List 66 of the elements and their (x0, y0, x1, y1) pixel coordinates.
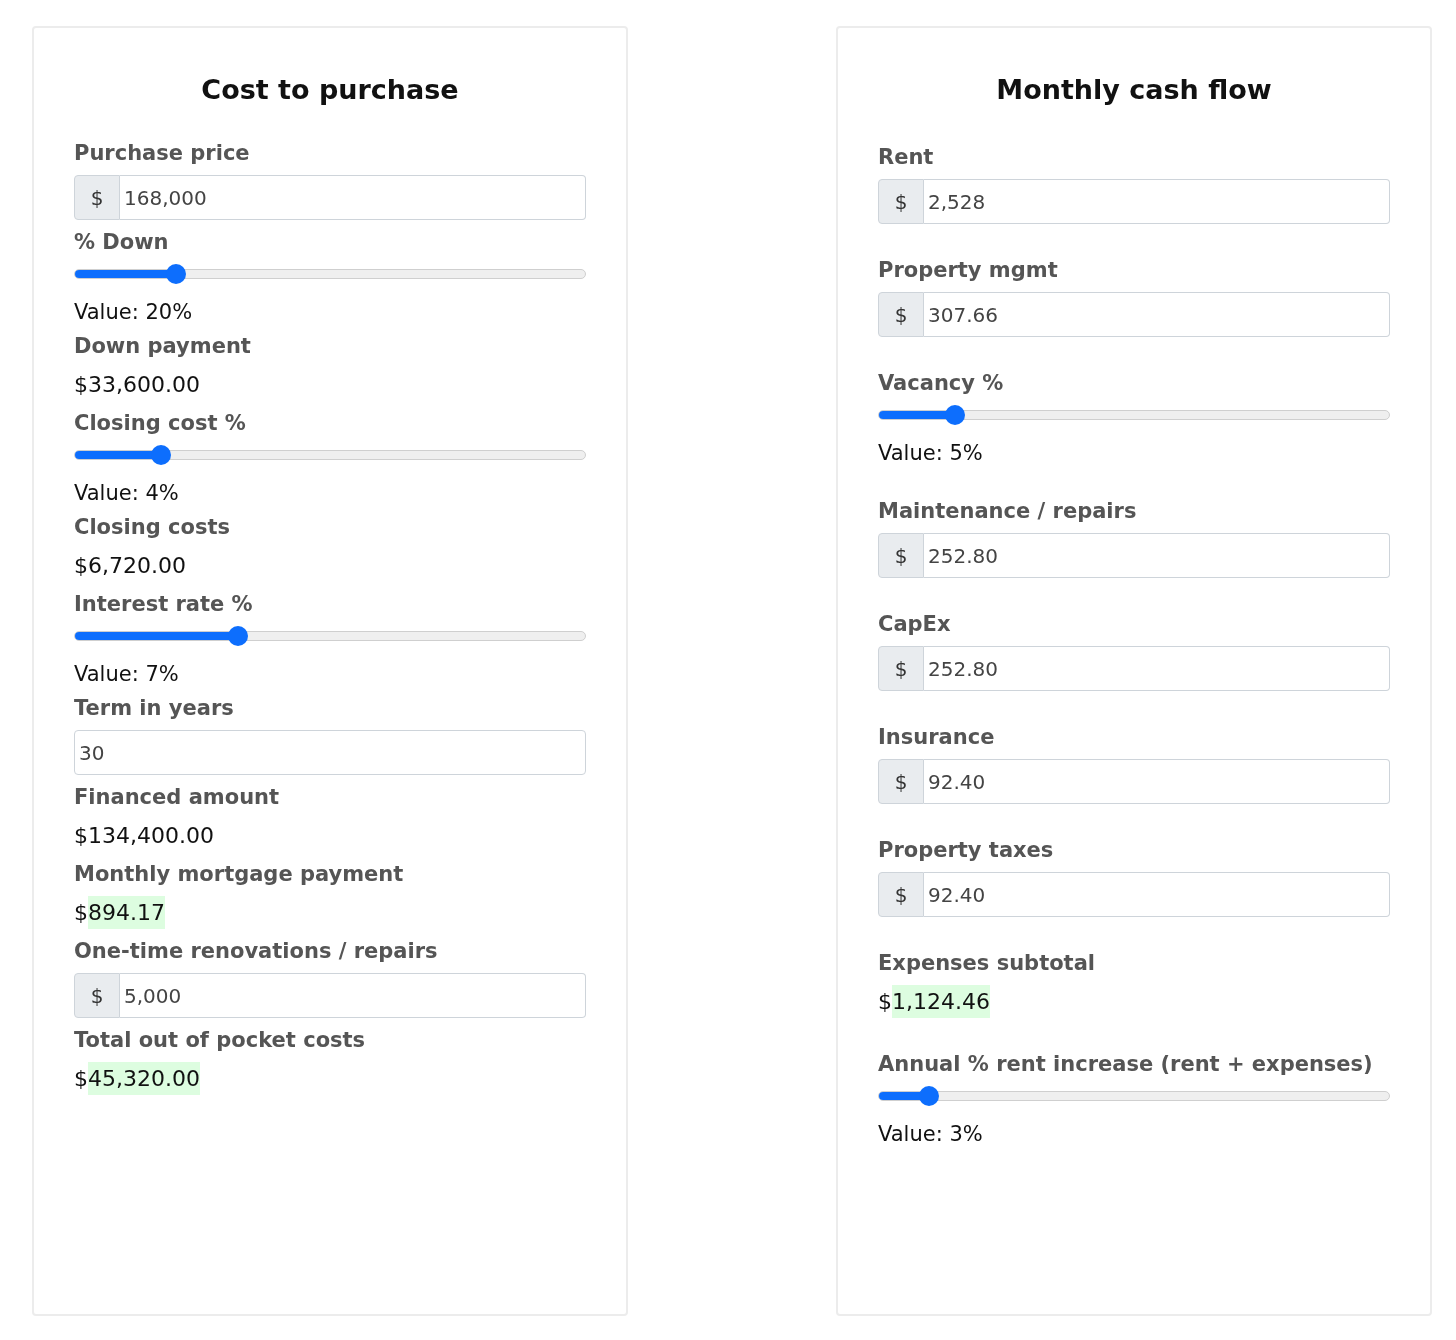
range-slider[interactable] (74, 626, 586, 646)
slider-thumb[interactable] (151, 445, 172, 465)
field-label: Monthly mortgage payment (74, 862, 405, 886)
field-label: % Down (74, 230, 170, 254)
slider-thumb[interactable] (227, 626, 248, 646)
field-label: Maintenance / repairs (878, 499, 1138, 523)
field-label: Vacancy % (878, 371, 1005, 395)
field-label: Term in years (74, 696, 235, 720)
currency-symbol: $ (74, 1065, 88, 1093)
input-field[interactable]: 252.80 (924, 646, 1390, 691)
input-field[interactable]: 2,528 (924, 179, 1390, 224)
currency-prefix: $ (878, 872, 924, 917)
slider-value: Value: 7% (74, 662, 180, 686)
amount-value: 45,320.00 (88, 1062, 200, 1095)
field-label: Property mgmt (878, 258, 1059, 282)
field-label: Down payment (74, 334, 252, 358)
currency-symbol: $ (878, 988, 892, 1016)
field-label: Annual % rent increase (rent + expenses) (878, 1052, 1374, 1076)
currency-symbol: $ (74, 552, 88, 580)
field-label: Closing costs (74, 515, 231, 539)
currency-prefix: $ (74, 973, 120, 1018)
currency-prefix: $ (878, 759, 924, 804)
input-field[interactable]: 5,000 (120, 973, 586, 1018)
input-field[interactable]: 92.40 (924, 759, 1390, 804)
slider-thumb[interactable] (944, 405, 965, 425)
input-field[interactable]: 92.40 (924, 872, 1390, 917)
input-field[interactable]: 307.66 (924, 292, 1390, 337)
range-slider[interactable] (74, 264, 586, 284)
field-label: Closing cost % (74, 411, 247, 435)
field-label: One-time renovations / repairs (74, 939, 439, 963)
amount-value: 134,400.00 (88, 822, 214, 850)
amount-value: 1,124.46 (892, 985, 990, 1018)
input-field[interactable]: 168,000 (120, 175, 586, 220)
slider-value: Value: 20% (74, 300, 194, 324)
field-label: Purchase price (74, 141, 251, 165)
slider-value: Value: 3% (878, 1122, 984, 1146)
input-field[interactable]: 252.80 (924, 533, 1390, 578)
currency-prefix: $ (74, 175, 120, 220)
currency-prefix: $ (878, 646, 924, 691)
slider-thumb[interactable] (919, 1086, 940, 1106)
field-label: Insurance (878, 725, 996, 749)
field-label: Total out of pocket costs (74, 1028, 367, 1052)
slider-value: Value: 5% (878, 441, 984, 465)
currency-prefix: $ (878, 179, 924, 224)
currency-symbol: $ (74, 822, 88, 850)
field-label: Financed amount (74, 785, 281, 809)
field-label: Interest rate % (74, 592, 254, 616)
field-label: Property taxes (878, 838, 1055, 862)
slider-thumb[interactable] (166, 264, 187, 284)
currency-symbol: $ (74, 899, 88, 927)
field-label: CapEx (878, 612, 952, 636)
field-label: Rent (878, 145, 935, 169)
field-label: Expenses subtotal (878, 951, 1097, 975)
range-slider[interactable] (878, 1086, 1390, 1106)
amount-value: 33,600.00 (88, 371, 200, 399)
currency-prefix: $ (878, 292, 924, 337)
slider-value: Value: 4% (74, 481, 180, 505)
input-field[interactable]: 30 (74, 730, 586, 775)
currency-symbol: $ (74, 371, 88, 399)
currency-prefix: $ (878, 533, 924, 578)
amount-value: 894.17 (88, 896, 165, 929)
card-title: Cost to purchase (200, 74, 460, 105)
amount-value: 6,720.00 (88, 552, 186, 580)
range-slider[interactable] (74, 445, 586, 465)
card-title: Monthly cash flow (995, 74, 1273, 105)
range-slider[interactable] (878, 405, 1390, 425)
